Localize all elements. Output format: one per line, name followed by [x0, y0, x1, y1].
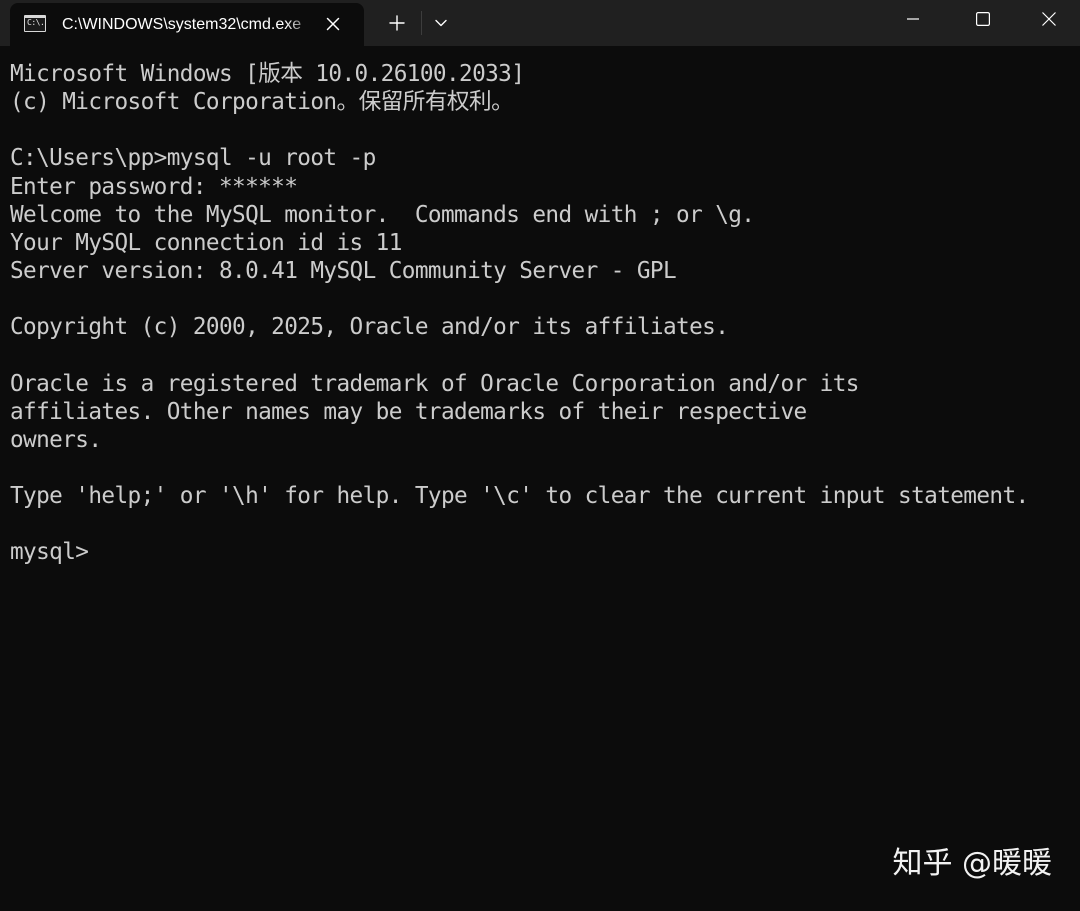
terminal-line: affiliates. Other names may be trademark… [10, 398, 807, 425]
watermark: 知乎 @暖暖 [892, 846, 1052, 881]
terminal-line: Microsoft Windows [版本 10.0.26100.2033] [10, 61, 525, 87]
minimize-button[interactable] [880, 0, 946, 38]
terminal-line: Enter password: ****** [10, 173, 298, 200]
tab-cmd[interactable]: C:\. C:\WINDOWS\system32\cmd.exe [10, 3, 364, 46]
terminal-line: Type 'help;' or '\h' for help. Type '\c'… [10, 483, 1029, 510]
plus-icon [389, 15, 405, 31]
close-icon [326, 17, 340, 31]
terminal-line: Oracle is a registered trademark of Orac… [10, 370, 859, 397]
terminal-icon-glyph: C:\. [27, 18, 45, 27]
terminal-line: Your MySQL connection id is 11 [10, 229, 402, 256]
terminal-icon: C:\. [24, 15, 46, 32]
terminal-output[interactable]: Microsoft Windows [版本 10.0.26100.2033] (c… [10, 60, 1076, 660]
tab-title: C:\WINDOWS\system32\cmd.exe [62, 16, 302, 33]
terminal-line: Server version: 8.0.41 MySQL Community S… [10, 257, 677, 284]
terminal-window: C:\. C:\WINDOWS\system32\cmd.exe Microso… [0, 0, 1080, 911]
tab-dropdown-button[interactable] [426, 8, 456, 38]
title-bar[interactable]: C:\. C:\WINDOWS\system32\cmd.exe [0, 0, 1080, 46]
terminal-line: Welcome to the MySQL monitor. Commands e… [10, 201, 755, 228]
terminal-line: C:\Users\pp>mysql -u root -p [10, 145, 376, 172]
minimize-icon [907, 18, 919, 20]
close-tab-button[interactable] [322, 13, 344, 35]
terminal-line: mysql> [10, 539, 102, 566]
terminal-line: owners. [10, 426, 102, 453]
chevron-down-icon [435, 19, 447, 27]
terminal-line: (c) Microsoft Corporation。保留所有权利。 [10, 89, 514, 116]
maximize-button[interactable] [950, 0, 1016, 38]
tab-separator [421, 11, 422, 35]
close-icon [1042, 12, 1056, 26]
maximize-icon [976, 12, 991, 27]
new-tab-button[interactable] [380, 8, 414, 38]
close-window-button[interactable] [1016, 0, 1080, 38]
terminal-line: Copyright (c) 2000, 2025, Oracle and/or … [10, 314, 729, 341]
